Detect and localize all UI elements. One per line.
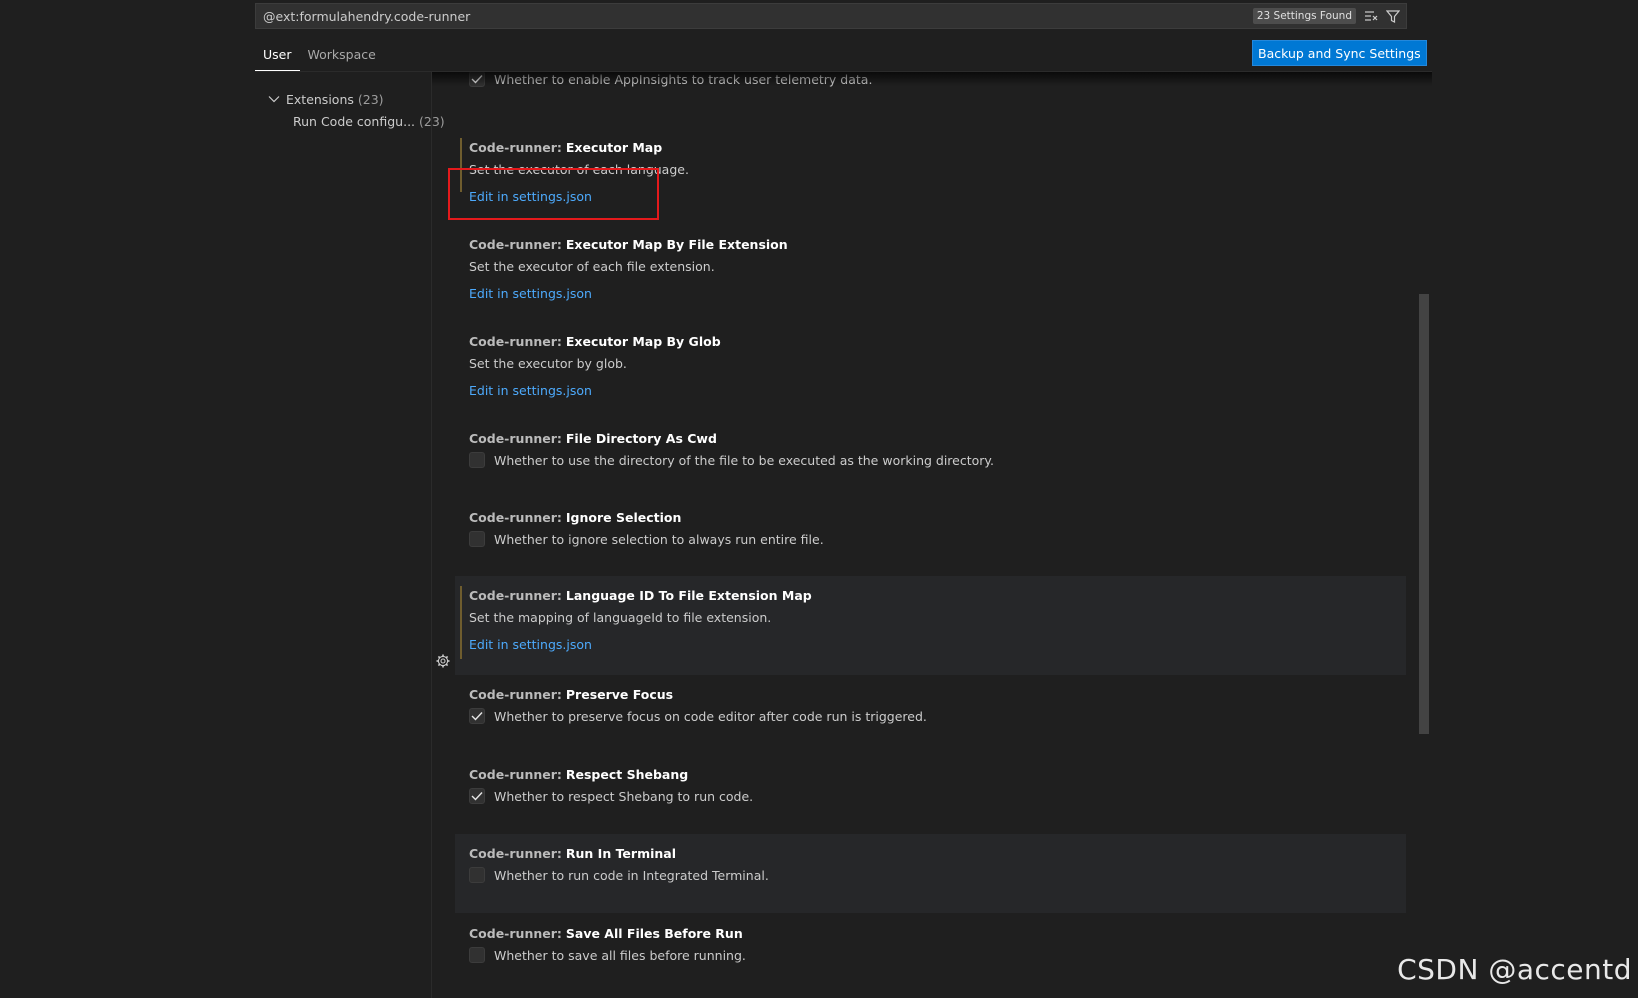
- setting-checkbox[interactable]: [469, 531, 485, 547]
- settings-search-input[interactable]: [256, 4, 1253, 28]
- gear-icon[interactable]: [435, 653, 451, 669]
- setting-description: Whether to respect Shebang to run code.: [494, 788, 754, 804]
- setting-name: Executor Map By Glob: [565, 333, 721, 349]
- setting-description: Whether to enable AppInsights to track u…: [494, 72, 873, 87]
- setting-category: Code-runner:: [469, 236, 562, 252]
- setting-category: Code-runner:: [469, 587, 562, 603]
- edit-in-settings-json-link[interactable]: Edit in settings.json: [469, 281, 1406, 305]
- setting-checkbox[interactable]: [469, 452, 485, 468]
- toc-item-run-code-configuration[interactable]: Run Code configu... (23): [268, 110, 445, 132]
- setting-description: Whether to run code in Integrated Termin…: [494, 867, 769, 883]
- backup-sync-settings-button[interactable]: Backup and Sync Settings: [1252, 40, 1427, 66]
- toc-item-label: Extensions: [286, 91, 354, 107]
- setting-description: Set the mapping of languageId to file ex…: [469, 609, 772, 625]
- toc-item-label: Run Code configu...: [293, 113, 416, 129]
- annotation-highlight-box: [448, 168, 659, 220]
- toc-item-count: (23): [357, 91, 384, 107]
- setting-enable-app-insights-partial: Whether to enable AppInsights to track u…: [455, 72, 1406, 90]
- setting-category: Code-runner:: [469, 845, 562, 861]
- chevron-down-icon: [268, 95, 282, 103]
- setting-description: Set the executor of each file extension.: [469, 258, 715, 274]
- tab-workspace[interactable]: Workspace: [300, 42, 384, 71]
- setting-file-directory-as-cwd: Code-runner: File Directory As Cwd Whethe…: [455, 419, 1406, 471]
- setting-checkbox[interactable]: [469, 947, 485, 963]
- setting-ignore-selection: Code-runner: Ignore Selection Whether to …: [455, 498, 1406, 550]
- setting-checkbox[interactable]: [469, 867, 485, 883]
- settings-toc-tree: Extensions (23) Run Code configu... (23): [268, 88, 445, 132]
- setting-name: Respect Shebang: [565, 766, 689, 782]
- clear-filter-icon[interactable]: [1362, 7, 1380, 25]
- setting-category: Code-runner:: [469, 430, 562, 446]
- setting-name: Executor Map: [565, 139, 663, 155]
- setting-description: Whether to save all files before running…: [494, 947, 746, 963]
- setting-category: Code-runner:: [469, 686, 562, 702]
- edit-in-settings-json-link[interactable]: Edit in settings.json: [469, 378, 1406, 402]
- setting-checkbox[interactable]: [469, 708, 485, 724]
- setting-checkbox[interactable]: [469, 788, 485, 804]
- toc-item-extensions[interactable]: Extensions (23): [268, 88, 445, 110]
- setting-description: Whether to use the directory of the file…: [494, 452, 995, 468]
- setting-executor-map-by-file-extension: Code-runner: Executor Map By File Extensi…: [455, 225, 1406, 305]
- setting-name: Run In Terminal: [565, 845, 677, 861]
- setting-name: Language ID To File Extension Map: [565, 587, 812, 603]
- setting-save-all-files-before-run: Code-runner: Save All Files Before Run Wh…: [455, 914, 1406, 966]
- setting-description: Set the executor by glob.: [469, 355, 627, 371]
- setting-description: Whether to ignore selection to always ru…: [494, 531, 824, 547]
- results-count-badge: 23 Settings Found: [1252, 8, 1356, 24]
- setting-preserve-focus: Code-runner: Preserve Focus Whether to pr…: [455, 675, 1406, 727]
- setting-name: File Directory As Cwd: [565, 430, 717, 446]
- setting-checkbox[interactable]: [469, 72, 485, 87]
- settings-scrollbar-thumb[interactable]: [1419, 294, 1429, 734]
- setting-run-in-terminal: Code-runner: Run In Terminal Whether to r…: [455, 834, 1406, 913]
- setting-category: Code-runner:: [469, 333, 562, 349]
- settings-search-bar: 23 Settings Found: [255, 3, 1407, 29]
- setting-category: Code-runner:: [469, 766, 562, 782]
- edit-in-settings-json-link[interactable]: Edit in settings.json: [469, 632, 1406, 656]
- setting-respect-shebang: Code-runner: Respect Shebang Whether to r…: [455, 755, 1406, 807]
- setting-language-id-to-file-extension-map: Code-runner: Language ID To File Extensio…: [455, 576, 1406, 675]
- setting-name: Save All Files Before Run: [565, 925, 743, 941]
- setting-category: Code-runner:: [469, 139, 562, 155]
- tab-user[interactable]: User: [255, 42, 300, 71]
- setting-description: Whether to preserve focus on code editor…: [494, 708, 927, 724]
- setting-category: Code-runner:: [469, 509, 562, 525]
- watermark-text: CSDN @accentd: [1397, 953, 1632, 986]
- filter-icon[interactable]: [1384, 7, 1402, 25]
- settings-scope-tabs: User Workspace: [255, 42, 384, 71]
- setting-category: Code-runner:: [469, 925, 562, 941]
- setting-name: Executor Map By File Extension: [565, 236, 788, 252]
- setting-executor-map-by-glob: Code-runner: Executor Map By Glob Set the…: [455, 322, 1406, 402]
- setting-name: Preserve Focus: [565, 686, 674, 702]
- setting-name: Ignore Selection: [565, 509, 682, 525]
